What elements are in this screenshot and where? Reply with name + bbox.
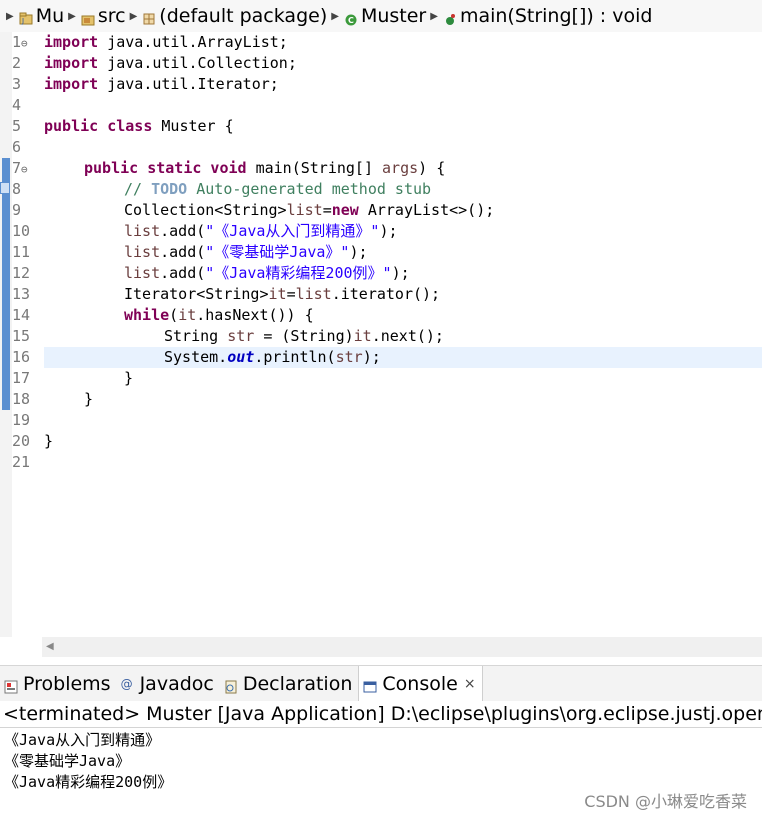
- line-number: 5: [12, 117, 22, 135]
- watermark: CSDN @小琳爱吃香菜: [584, 792, 747, 811]
- code-editor[interactable]: 1⊖ 2 3 4 5 6 7⊖ 8 9 10 11 12 13 14 15 16…: [0, 32, 762, 637]
- ruler-change-marker: [2, 158, 10, 410]
- tab-declaration[interactable]: Declaration: [220, 666, 359, 702]
- line-number: 12: [12, 264, 31, 282]
- code-line: while(it.hasNext()) {: [124, 306, 314, 324]
- line-number: 18: [12, 390, 31, 408]
- console-icon: [363, 677, 377, 693]
- chevron-right-icon[interactable]: ▶: [331, 11, 339, 22]
- line-number: 19: [12, 411, 31, 429]
- console-output-line: 《零基础学Java》: [4, 752, 131, 770]
- line-number: 20: [12, 432, 31, 450]
- current-line-highlight: [44, 347, 762, 368]
- chevron-right-icon[interactable]: ▶: [68, 11, 76, 22]
- svg-text:C: C: [348, 16, 354, 25]
- scroll-left-icon[interactable]: ◀: [46, 641, 54, 652]
- line-number: 4: [12, 96, 22, 114]
- breadcrumb-label: (default package): [159, 5, 328, 27]
- line-number: 14: [12, 306, 31, 324]
- line-number: 2: [12, 54, 22, 72]
- code-line: }: [44, 432, 54, 450]
- chevron-right-icon[interactable]: ▶: [6, 11, 14, 22]
- breadcrumb-item-src[interactable]: src: [81, 5, 126, 27]
- tab-label: Problems: [23, 673, 111, 695]
- line-number: 9: [12, 201, 22, 219]
- chevron-right-icon[interactable]: ▶: [130, 11, 138, 22]
- horizontal-scrollbar[interactable]: ◀: [42, 637, 762, 657]
- console-status: <terminated> Muster [Java Application] D…: [0, 701, 762, 728]
- class-icon: C: [344, 9, 358, 26]
- line-number: 1⊖: [12, 33, 28, 51]
- breadcrumb-label: Muster: [360, 5, 427, 27]
- code-line: String str = (String)it.next();: [164, 327, 444, 345]
- overview-ruler: [0, 32, 12, 637]
- breadcrumb-item-project[interactable]: J Mu: [19, 5, 64, 27]
- package-icon: [142, 9, 156, 25]
- console-output-line: 《Java从入门到精通》: [4, 731, 161, 749]
- line-number: 13: [12, 285, 31, 303]
- line-number: 17: [12, 369, 31, 387]
- breadcrumb-item-method[interactable]: main(String[]) : void: [443, 5, 653, 27]
- breadcrumb-label: Mu: [35, 5, 65, 27]
- line-number: 8: [12, 180, 22, 198]
- code-line: public static void main(String[] args) {: [84, 159, 446, 177]
- javadoc-icon: @: [120, 677, 133, 691]
- fold-toggle-icon[interactable]: ⊖: [21, 163, 28, 176]
- tab-label: Console: [382, 673, 458, 695]
- tab-javadoc[interactable]: @ Javadoc: [117, 666, 220, 702]
- line-number: 3: [12, 75, 22, 93]
- task-marker-icon[interactable]: [0, 182, 10, 194]
- line-number: 11: [12, 243, 31, 261]
- chevron-right-icon[interactable]: ▶: [430, 11, 438, 22]
- code-line: Collection<String>list=new ArrayList<>()…: [124, 201, 495, 219]
- code-line: import java.util.Iterator;: [44, 75, 279, 93]
- breadcrumb-item-package[interactable]: (default package): [142, 5, 327, 27]
- svg-text:J: J: [21, 17, 24, 25]
- breadcrumb: ▶ J Mu ▶ src ▶ (default package) ▶ C Mus…: [0, 0, 762, 32]
- breadcrumb-label: main(String[]) : void: [459, 5, 653, 27]
- project-icon: J: [19, 9, 33, 25]
- tab-label: Javadoc: [139, 673, 214, 695]
- line-number: 21: [12, 453, 31, 471]
- tab-console[interactable]: Console ×: [358, 666, 483, 702]
- line-number: 15: [12, 327, 31, 345]
- code-line: list.add("《Java从入门到精通》");: [124, 222, 398, 240]
- code-line: }: [84, 390, 94, 408]
- code-line: // TODO Auto-generated method stub: [124, 180, 432, 198]
- code-line: Iterator<String>it=list.iterator();: [124, 285, 441, 303]
- tab-label: Declaration: [242, 673, 353, 695]
- line-number: 10: [12, 222, 31, 240]
- console-output-line: 《Java精彩编程200例》: [4, 773, 173, 791]
- code-line: import java.util.Collection;: [44, 54, 297, 72]
- breadcrumb-label: src: [97, 5, 126, 27]
- declaration-icon: [224, 677, 238, 694]
- line-number: 6: [12, 138, 22, 156]
- bottom-panel-tabs: Problems @ Javadoc Declaration Console ×: [0, 665, 762, 702]
- source-folder-icon: [81, 9, 95, 26]
- method-icon: [443, 9, 457, 25]
- code-line: public class Muster {: [44, 117, 234, 135]
- code-line: list.add("《零基础学Java》");: [124, 243, 368, 261]
- close-icon[interactable]: ×: [464, 676, 476, 692]
- code-line: list.add("《Java精彩编程200例》");: [124, 264, 410, 282]
- fold-toggle-icon[interactable]: ⊖: [21, 37, 28, 50]
- problems-icon: [4, 677, 18, 694]
- line-number: 7⊖: [12, 159, 28, 177]
- code-line: import java.util.ArrayList;: [44, 33, 288, 51]
- tab-problems[interactable]: Problems: [0, 666, 117, 702]
- breadcrumb-item-class[interactable]: C Muster: [344, 5, 426, 27]
- code-line: System.out.println(str);: [164, 348, 381, 366]
- code-line: }: [124, 369, 134, 387]
- line-number: 16: [12, 348, 31, 366]
